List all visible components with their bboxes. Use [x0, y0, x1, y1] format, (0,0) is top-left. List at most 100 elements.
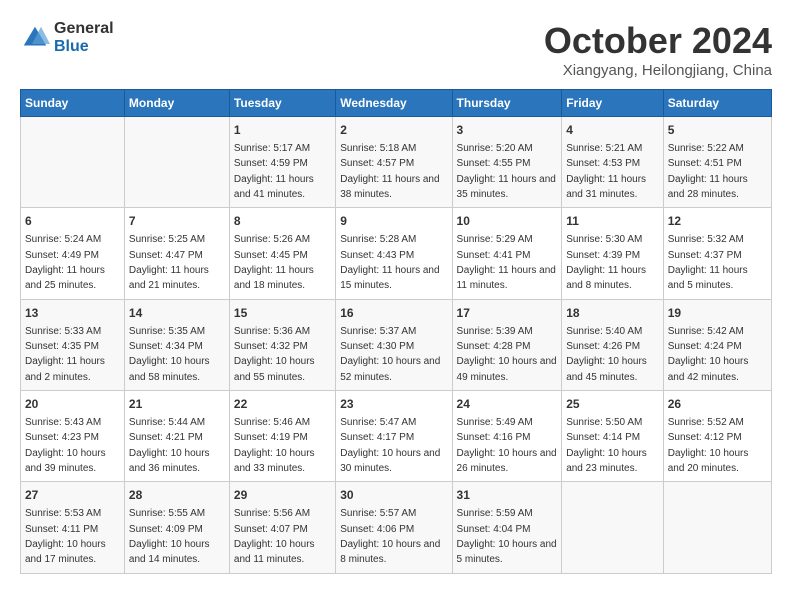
logo-text: General Blue: [54, 20, 114, 55]
calendar-cell: 31 Sunrise: 5:59 AM Sunset: 4:04 PM Dayli…: [452, 482, 562, 573]
logo-general: General: [54, 20, 114, 38]
calendar-cell: 2Sunrise: 5:18 AM Sunset: 4:57 PM Daylig…: [336, 117, 452, 208]
col-monday: Monday: [124, 90, 229, 117]
day-number: 21: [129, 396, 225, 413]
day-info: Sunrise: 5:53 AM Sunset: 4:11 PM Dayligh…: [25, 508, 106, 565]
calendar-cell: 22 Sunrise: 5:46 AM Sunset: 4:19 PM Dayli…: [229, 391, 335, 482]
day-info: Sunrise: 5:59 AM Sunset: 4:04 PM Dayligh…: [457, 508, 557, 565]
main-title: October 2024: [544, 20, 772, 62]
day-number: 7: [129, 213, 225, 230]
calendar-week-1: 1 Sunrise: 5:17 AM Sunset: 4:59 PM Daylig…: [21, 117, 772, 208]
calendar-cell: 28 Sunrise: 5:55 AM Sunset: 4:09 PM Dayli…: [124, 482, 229, 573]
calendar-cell: [21, 117, 125, 208]
day-info: Sunrise: 5:57 AM Sunset: 4:06 PM Dayligh…: [340, 508, 440, 565]
calendar-cell: 3Sunrise: 5:20 AM Sunset: 4:55 PM Daylig…: [452, 117, 562, 208]
day-info: Sunrise: 5:46 AM Sunset: 4:19 PM Dayligh…: [234, 417, 315, 474]
day-number: 6: [25, 213, 120, 230]
calendar-cell: [663, 482, 771, 573]
day-number: 12: [668, 213, 767, 230]
day-number: 22: [234, 396, 331, 413]
day-info: Sunrise: 5:25 AM Sunset: 4:47 PM Dayligh…: [129, 234, 209, 291]
calendar-cell: 12 Sunrise: 5:32 AM Sunset: 4:37 PM Dayli…: [663, 208, 771, 299]
calendar-cell: 18 Sunrise: 5:40 AM Sunset: 4:26 PM Dayli…: [562, 299, 664, 390]
day-number: 27: [25, 487, 120, 504]
calendar-cell: 14 Sunrise: 5:35 AM Sunset: 4:34 PM Dayli…: [124, 299, 229, 390]
day-number: 31: [457, 487, 558, 504]
day-info: Sunrise: 5:43 AM Sunset: 4:23 PM Dayligh…: [25, 417, 106, 474]
day-number: 8: [234, 213, 331, 230]
day-info: Sunrise: 5:55 AM Sunset: 4:09 PM Dayligh…: [129, 508, 210, 565]
day-info: Sunrise: 5:42 AM Sunset: 4:24 PM Dayligh…: [668, 326, 749, 383]
calendar-cell: 4 Sunrise: 5:21 AM Sunset: 4:53 PM Daylig…: [562, 117, 664, 208]
day-number: 10: [457, 213, 558, 230]
calendar-cell: 19 Sunrise: 5:42 AM Sunset: 4:24 PM Dayli…: [663, 299, 771, 390]
day-info: Sunrise: 5:52 AM Sunset: 4:12 PM Dayligh…: [668, 417, 749, 474]
calendar-cell: 5 Sunrise: 5:22 AM Sunset: 4:51 PM Daylig…: [663, 117, 771, 208]
calendar-cell: 26 Sunrise: 5:52 AM Sunset: 4:12 PM Dayli…: [663, 391, 771, 482]
day-number: 13: [25, 305, 120, 322]
day-number: 18: [566, 305, 659, 322]
day-info: Sunrise: 5:56 AM Sunset: 4:07 PM Dayligh…: [234, 508, 315, 565]
col-wednesday: Wednesday: [336, 90, 452, 117]
day-info: Sunrise: 5:35 AM Sunset: 4:34 PM Dayligh…: [129, 326, 210, 383]
day-number: 14: [129, 305, 225, 322]
day-info: Sunrise: 5:28 AM Sunset: 4:43 PM Dayligh…: [340, 234, 439, 291]
day-number: 3: [457, 122, 558, 139]
day-info: Sunrise: 5:50 AM Sunset: 4:14 PM Dayligh…: [566, 417, 647, 474]
day-number: 24: [457, 396, 558, 413]
day-number: 28: [129, 487, 225, 504]
day-info: Sunrise: 5:30 AM Sunset: 4:39 PM Dayligh…: [566, 234, 646, 291]
calendar-cell: 16Sunrise: 5:37 AM Sunset: 4:30 PM Dayli…: [336, 299, 452, 390]
calendar-cell: 8Sunrise: 5:26 AM Sunset: 4:45 PM Daylig…: [229, 208, 335, 299]
day-number: 4: [566, 122, 659, 139]
calendar-week-4: 20 Sunrise: 5:43 AM Sunset: 4:23 PM Dayli…: [21, 391, 772, 482]
page-header: General Blue October 2024 Xiangyang, Hei…: [20, 20, 772, 79]
day-number: 16: [340, 305, 447, 322]
day-info: Sunrise: 5:17 AM Sunset: 4:59 PM Dayligh…: [234, 143, 314, 200]
day-number: 19: [668, 305, 767, 322]
calendar-cell: 11 Sunrise: 5:30 AM Sunset: 4:39 PM Dayli…: [562, 208, 664, 299]
day-info: Sunrise: 5:47 AM Sunset: 4:17 PM Dayligh…: [340, 417, 440, 474]
calendar-cell: 1 Sunrise: 5:17 AM Sunset: 4:59 PM Daylig…: [229, 117, 335, 208]
day-number: 5: [668, 122, 767, 139]
day-number: 11: [566, 213, 659, 230]
day-number: 9: [340, 213, 447, 230]
calendar-cell: 25Sunrise: 5:50 AM Sunset: 4:14 PM Dayli…: [562, 391, 664, 482]
calendar-cell: 17Sunrise: 5:39 AM Sunset: 4:28 PM Dayli…: [452, 299, 562, 390]
calendar-cell: 10 Sunrise: 5:29 AM Sunset: 4:41 PM Dayli…: [452, 208, 562, 299]
day-info: Sunrise: 5:33 AM Sunset: 4:35 PM Dayligh…: [25, 326, 105, 383]
day-info: Sunrise: 5:21 AM Sunset: 4:53 PM Dayligh…: [566, 143, 646, 200]
day-number: 2: [340, 122, 447, 139]
day-info: Sunrise: 5:24 AM Sunset: 4:49 PM Dayligh…: [25, 234, 105, 291]
col-sunday: Sunday: [21, 90, 125, 117]
calendar-cell: 7 Sunrise: 5:25 AM Sunset: 4:47 PM Daylig…: [124, 208, 229, 299]
calendar-cell: 23Sunrise: 5:47 AM Sunset: 4:17 PM Dayli…: [336, 391, 452, 482]
day-info: Sunrise: 5:29 AM Sunset: 4:41 PM Dayligh…: [457, 234, 556, 291]
day-number: 26: [668, 396, 767, 413]
calendar-cell: 29 Sunrise: 5:56 AM Sunset: 4:07 PM Dayli…: [229, 482, 335, 573]
calendar-cell: 30 Sunrise: 5:57 AM Sunset: 4:06 PM Dayli…: [336, 482, 452, 573]
day-number: 1: [234, 122, 331, 139]
day-number: 30: [340, 487, 447, 504]
calendar-week-2: 6 Sunrise: 5:24 AM Sunset: 4:49 PM Daylig…: [21, 208, 772, 299]
calendar-cell: 9 Sunrise: 5:28 AM Sunset: 4:43 PM Daylig…: [336, 208, 452, 299]
day-info: Sunrise: 5:22 AM Sunset: 4:51 PM Dayligh…: [668, 143, 748, 200]
calendar-week-5: 27 Sunrise: 5:53 AM Sunset: 4:11 PM Dayli…: [21, 482, 772, 573]
calendar-cell: 21 Sunrise: 5:44 AM Sunset: 4:21 PM Dayli…: [124, 391, 229, 482]
day-info: Sunrise: 5:49 AM Sunset: 4:16 PM Dayligh…: [457, 417, 557, 474]
day-info: Sunrise: 5:44 AM Sunset: 4:21 PM Dayligh…: [129, 417, 210, 474]
logo-blue: Blue: [54, 38, 114, 56]
title-section: October 2024 Xiangyang, Heilongjiang, Ch…: [544, 20, 772, 79]
calendar-cell: 13 Sunrise: 5:33 AM Sunset: 4:35 PM Dayli…: [21, 299, 125, 390]
calendar-cell: 20 Sunrise: 5:43 AM Sunset: 4:23 PM Dayli…: [21, 391, 125, 482]
day-info: Sunrise: 5:40 AM Sunset: 4:26 PM Dayligh…: [566, 326, 647, 383]
day-number: 20: [25, 396, 120, 413]
col-friday: Friday: [562, 90, 664, 117]
day-number: 17: [457, 305, 558, 322]
day-number: 29: [234, 487, 331, 504]
logo: General Blue: [20, 20, 114, 55]
calendar-cell: [562, 482, 664, 573]
col-tuesday: Tuesday: [229, 90, 335, 117]
day-info: Sunrise: 5:32 AM Sunset: 4:37 PM Dayligh…: [668, 234, 748, 291]
day-info: Sunrise: 5:36 AM Sunset: 4:32 PM Dayligh…: [234, 326, 315, 383]
